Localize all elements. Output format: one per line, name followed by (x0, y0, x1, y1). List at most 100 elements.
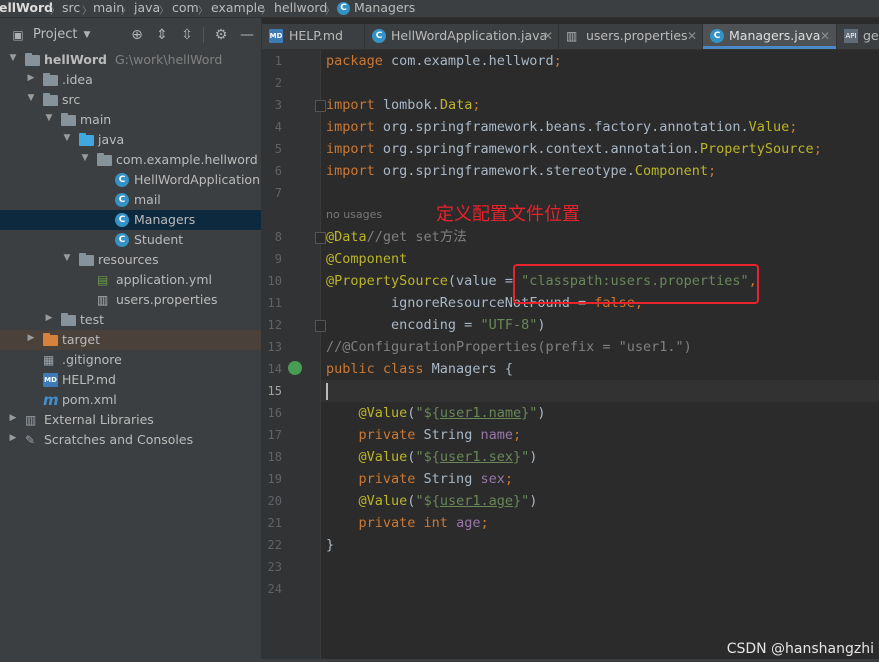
no-usages-hint[interactable]: no usages (326, 208, 382, 221)
tree-item-label: target (62, 332, 100, 348)
code-token: String (415, 427, 481, 443)
tree-item-label: .idea (62, 72, 93, 88)
collapse-all-icon[interactable]: ⇳ (178, 26, 196, 44)
chevron-down-icon[interactable]: ▼ (26, 93, 36, 103)
chevron-right-icon[interactable]: ▶ (8, 413, 18, 423)
tab-hellwordapplication[interactable]: C HellWordApplication.java ✕ (365, 24, 559, 49)
chevron-right-icon[interactable]: ▶ (26, 73, 36, 83)
breadcrumb-item-main[interactable]: main (93, 0, 124, 16)
tree-item-help-md[interactable]: MD HELP.md (0, 370, 261, 390)
chevron-down-icon[interactable]: ▼ (80, 153, 90, 163)
tree-item-src[interactable]: ▼ src (0, 90, 261, 110)
chevron-down-icon[interactable]: ▼ (78, 26, 96, 44)
package-icon (97, 153, 112, 166)
chevron-down-icon[interactable]: ▼ (62, 253, 72, 263)
code-line[interactable]: @Value("${user1.sex}") (326, 446, 538, 468)
tree-item-scratches-and-consoles[interactable]: ▶ ✎ Scratches and Consoles (0, 430, 261, 450)
tree-item-main[interactable]: ▼ main (0, 110, 261, 130)
code-line[interactable]: @Value("${user1.age}") (326, 490, 538, 512)
code-line[interactable]: @Value("${user1.name}") (326, 402, 546, 424)
breadcrumb-item-hellword[interactable]: hellword (274, 0, 327, 16)
fold-marker-icon[interactable] (315, 232, 326, 244)
tree-item-idea[interactable]: ▶ .idea (0, 70, 261, 90)
chevron-down-icon[interactable]: ▼ (8, 53, 18, 63)
tree-item-hellwordapplication[interactable]: C HellWordApplication (0, 170, 261, 190)
code-line[interactable]: encoding = "UTF-8") (326, 314, 545, 336)
tree-item-target[interactable]: ▶ target (0, 330, 261, 350)
spring-boot-class-icon: C (372, 29, 386, 43)
close-icon[interactable]: ✕ (543, 29, 553, 43)
chevron-down-icon[interactable]: ▼ (62, 133, 72, 143)
tree-item-com-example-hellword[interactable]: ▼ com.example.hellword (0, 150, 261, 170)
code-line[interactable]: @Data//get set方法 (326, 226, 467, 248)
tree-item-label: Scratches and Consoles (44, 432, 193, 448)
code-line[interactable]: private String sex; (326, 468, 513, 490)
tree-item-student[interactable]: C Student (0, 230, 261, 250)
breadcrumb-item-project[interactable]: ellWord (0, 0, 53, 16)
code-editor[interactable]: 1 2 3 4 5 6 7 8 9 10 11 12 13 14 15 16 17 18 19 20 21 22 23 24 … (262, 50, 879, 662)
code-line[interactable]: } (326, 534, 334, 556)
breadcrumb-item-example[interactable]: example (211, 0, 265, 16)
code-token: "UTF-8" (480, 317, 538, 333)
chevron-right-icon[interactable]: ▶ (26, 333, 36, 343)
fold-marker-icon[interactable] (315, 320, 326, 332)
chevron-down-icon[interactable]: ▼ (44, 113, 54, 123)
breadcrumb-item-java[interactable]: java (134, 0, 160, 16)
properties-file-icon: ▥ (97, 293, 109, 307)
chevron-right-icon[interactable]: ▶ (44, 313, 54, 323)
tree-item-path: G:\work\hellWord (115, 52, 223, 67)
tree-item-text: HellWordApplication (134, 172, 261, 187)
tree-item-text: hellWord (44, 52, 107, 67)
code-line[interactable]: import lombok.Data; (326, 94, 480, 116)
code-line[interactable]: package com.example.hellword; (326, 50, 562, 72)
tree-item-external-libraries[interactable]: ▶ ▥ External Libraries (0, 410, 261, 430)
hide-panel-icon[interactable]: — (238, 26, 256, 44)
breadcrumb-chevron-icon: 〉 (82, 6, 92, 17)
close-icon[interactable]: ✕ (687, 29, 697, 43)
tab-managers-java[interactable]: C Managers.java ✕ (703, 24, 837, 49)
fold-marker-icon[interactable] (315, 100, 326, 112)
tree-item-test[interactable]: ▶ test (0, 310, 261, 330)
tab-ge[interactable]: API ge (837, 24, 879, 49)
breadcrumb-item-managers[interactable]: C Managers (337, 0, 415, 16)
tree-item-java[interactable]: ▼ java (0, 130, 261, 150)
code-line[interactable]: import org.springframework.beans.factory… (326, 116, 797, 138)
tree-item-mail[interactable]: Cmail (0, 190, 261, 210)
code-line[interactable]: @Component (326, 248, 407, 270)
code-line[interactable]: import org.springframework.stereotype.Co… (326, 160, 716, 182)
code-line[interactable]: //@ConfigurationProperties(prefix = "use… (326, 336, 692, 358)
tab-help-md[interactable]: MD HELP.md (262, 24, 365, 49)
line-number: 20 (267, 494, 282, 508)
tree-item-text: HELP.md (62, 372, 116, 387)
code-token: user1.age (439, 493, 513, 509)
code-line[interactable]: import org.springframework.context.annot… (326, 138, 822, 160)
code-token: package (326, 53, 383, 69)
code-line[interactable]: public class Managers { (326, 358, 513, 380)
close-icon[interactable]: ✕ (820, 29, 830, 43)
tree-item-resources[interactable]: ▼ resources (0, 250, 261, 270)
project-view-selector[interactable]: Project (33, 27, 77, 42)
expand-all-icon[interactable]: ⇕ (153, 26, 171, 44)
tree-item-managers[interactable]: C Managers (0, 210, 261, 230)
tree-item-hellword[interactable]: ▼ hellWord G:\work\hellWord (0, 50, 261, 70)
breadcrumb-item-src[interactable]: src (62, 0, 80, 16)
text-caret (326, 383, 328, 400)
tab-label: Managers.java (729, 28, 821, 43)
code-token: @PropertySource (326, 273, 448, 289)
tree-item-users-properties[interactable]: ▥ users.properties (0, 290, 261, 310)
breadcrumb-item-com[interactable]: com (172, 0, 199, 16)
tree-item-application-yml[interactable]: ▤ application.yml (0, 270, 261, 290)
tree-item-pom-xml[interactable]: m pom.xml (0, 390, 261, 410)
tree-item-gitignore[interactable]: ▦ .gitignore (0, 350, 261, 370)
code-token: @Data (326, 229, 367, 245)
tab-users-properties[interactable]: ▥ users.properties ✕ (559, 24, 703, 49)
locate-icon[interactable]: ⊕ (128, 26, 146, 44)
code-line[interactable]: private String name; (326, 424, 522, 446)
gear-icon[interactable]: ⚙ (212, 26, 230, 44)
code-token: private (358, 471, 416, 487)
chevron-right-icon[interactable]: ▶ (8, 433, 18, 443)
spring-bean-icon[interactable] (288, 361, 302, 375)
code-line[interactable]: private int age; (326, 512, 489, 534)
